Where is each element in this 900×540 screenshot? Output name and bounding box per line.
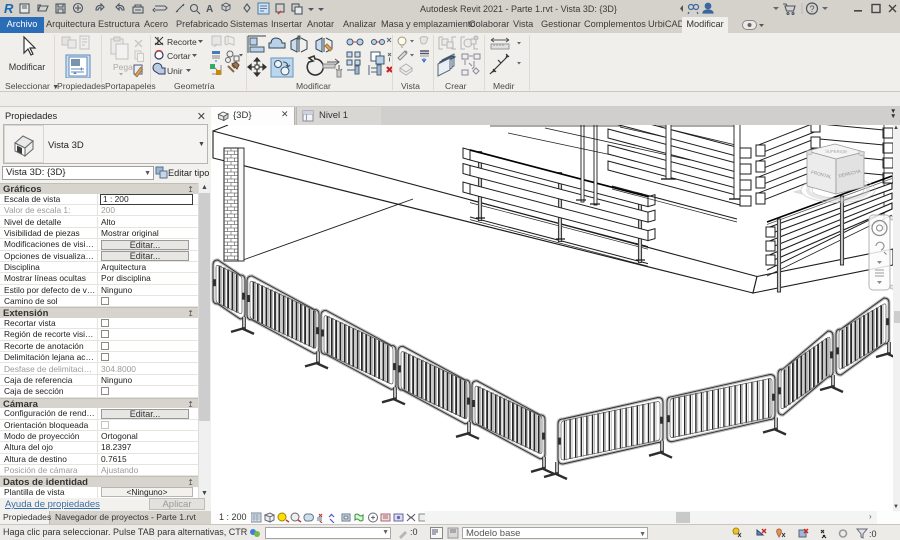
svg-text:A: A bbox=[206, 4, 213, 15]
svg-text:?: ? bbox=[810, 4, 815, 14]
svg-text:Cortar: Cortar bbox=[167, 51, 191, 61]
svg-text:SUPERIOR: SUPERIOR bbox=[825, 149, 847, 155]
svg-text:Unir: Unir bbox=[167, 66, 183, 76]
svg-text:R: R bbox=[4, 1, 14, 16]
svg-text::0: :0 bbox=[869, 529, 877, 539]
svg-text:Recorte: Recorte bbox=[167, 37, 197, 47]
svg-text:Pegar: Pegar bbox=[113, 62, 136, 72]
